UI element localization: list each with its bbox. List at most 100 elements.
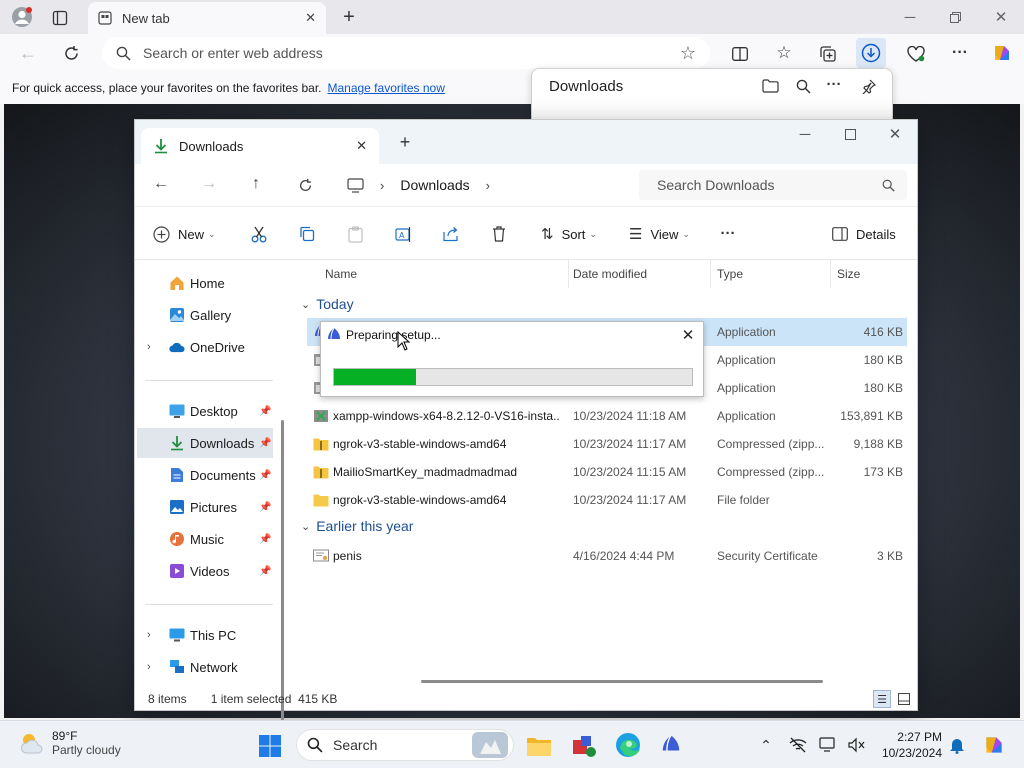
close-explorer-tab-icon[interactable]: ✕: [356, 138, 367, 154]
network-expand-chevron-icon[interactable]: ›: [147, 661, 151, 673]
rename-icon[interactable]: A: [393, 224, 413, 244]
sidebar-item-documents[interactable]: Documents 📌: [137, 460, 273, 490]
column-header-type[interactable]: Type: [711, 260, 831, 288]
favorites-icon[interactable]: ☆: [774, 43, 794, 63]
network-status-icon[interactable]: [788, 735, 808, 755]
address-bar[interactable]: Search or enter web address ☆: [102, 37, 710, 69]
this-pc-expand-chevron-icon[interactable]: ›: [147, 629, 151, 641]
sidebar-item-onedrive[interactable]: › OneDrive: [137, 332, 273, 362]
close-window-icon[interactable]: ✕: [991, 8, 1011, 26]
sidebar-item-music[interactable]: Music 📌: [137, 524, 273, 554]
nav-up-icon[interactable]: ↑: [246, 174, 266, 194]
close-tab-icon[interactable]: ✕: [305, 10, 316, 26]
back-icon[interactable]: ←: [18, 43, 38, 63]
installer-taskbar-icon[interactable]: [570, 731, 598, 759]
file-explorer-taskbar-icon[interactable]: [525, 732, 553, 760]
command-more-icon[interactable]: ···: [718, 223, 738, 243]
this-pc-crumb-icon[interactable]: [347, 177, 364, 193]
share-icon[interactable]: [441, 224, 461, 244]
more-options-icon[interactable]: ···: [950, 43, 970, 63]
table-row[interactable]: ngrok-v3-stable-windows-amd64 10/23/2024…: [307, 486, 907, 514]
system-clock[interactable]: 2:27 PM 10/23/2024: [872, 729, 942, 761]
sidebar-item-downloads[interactable]: Downloads 📌: [137, 428, 273, 458]
refresh-icon[interactable]: [61, 43, 81, 63]
nav-refresh-icon[interactable]: [295, 175, 315, 195]
horizontal-scrollbar-thumb[interactable]: [421, 680, 823, 683]
taskbar-search-box[interactable]: Search: [296, 729, 514, 761]
copy-icon[interactable]: [297, 224, 317, 244]
horizontal-scrollbar[interactable]: [291, 678, 917, 684]
weather-widget[interactable]: 89°F Partly cloudy: [18, 729, 121, 757]
nav-back-icon[interactable]: ←: [151, 174, 171, 194]
view-button[interactable]: ☰ View ⌄: [629, 207, 690, 261]
show-hidden-icons-chevron-icon[interactable]: ⌃: [756, 735, 776, 755]
sidebar-item-gallery[interactable]: Gallery: [137, 300, 273, 330]
sidebar-item-network[interactable]: › Network: [137, 652, 273, 682]
column-header-name[interactable]: Name: [319, 260, 569, 288]
details-view-icon[interactable]: ☰: [873, 690, 891, 708]
split-screen-icon[interactable]: [730, 44, 750, 64]
explorer-close-icon[interactable]: ✕: [885, 124, 905, 144]
table-row[interactable]: penis 4/16/2024 4:44 PM Security Certifi…: [307, 542, 907, 570]
start-windows-icon[interactable]: [257, 733, 283, 759]
browser-tab-new-tab[interactable]: New tab ✕: [88, 2, 326, 34]
copilot-icon[interactable]: [990, 41, 1014, 65]
tab-actions-icon[interactable]: [50, 8, 70, 28]
explorer-search-box[interactable]: Search Downloads: [639, 170, 907, 200]
file-type: Application: [717, 353, 776, 367]
profile-avatar-icon[interactable]: [11, 6, 33, 28]
browser-essentials-icon[interactable]: [906, 44, 926, 64]
group-collapse-chevron-icon[interactable]: ⌄: [301, 298, 310, 311]
minimize-window-icon[interactable]: ─: [900, 8, 920, 26]
breadcrumb-end-chevron-icon[interactable]: ›: [486, 178, 490, 193]
notification-bell-icon[interactable]: [947, 735, 967, 755]
cut-icon[interactable]: [249, 224, 269, 244]
new-button[interactable]: New ⌄: [153, 207, 216, 261]
column-header-date[interactable]: Date modified: [567, 260, 711, 288]
breadcrumb-downloads[interactable]: Downloads: [400, 177, 469, 193]
explorer-maximize-icon[interactable]: [840, 124, 860, 144]
explorer-minimize-icon[interactable]: ─: [795, 124, 815, 144]
table-row[interactable]: xampp-windows-x64-8.2.12-0-VS16-insta...…: [307, 402, 907, 430]
explorer-tab-downloads[interactable]: Downloads ✕: [141, 128, 379, 164]
paste-icon[interactable]: [345, 224, 365, 244]
group-header-today[interactable]: ⌄ Today: [301, 296, 354, 312]
sidebar-scrollbar[interactable]: [281, 420, 284, 768]
copilot-taskbar-icon[interactable]: [980, 731, 1008, 759]
sort-button[interactable]: ⇅ Sort ⌄: [541, 207, 597, 261]
sidebar-item-this-pc[interactable]: › This PC: [137, 620, 273, 650]
manage-favorites-link[interactable]: Manage favorites now: [327, 81, 444, 95]
tiles-view-icon[interactable]: [895, 690, 913, 708]
new-explorer-tab-icon[interactable]: +: [395, 132, 415, 152]
collections-icon[interactable]: [818, 44, 838, 64]
open-downloads-folder-icon[interactable]: [760, 76, 780, 96]
setup-app-taskbar-icon[interactable]: [657, 731, 685, 759]
favorite-star-icon[interactable]: ☆: [680, 43, 696, 64]
display-connect-icon[interactable]: [818, 735, 838, 755]
new-tab-icon[interactable]: +: [338, 6, 360, 28]
sidebar-item-desktop[interactable]: Desktop 📌: [137, 396, 273, 426]
column-header-size[interactable]: Size: [831, 260, 911, 288]
breadcrumb[interactable]: › Downloads ›: [339, 170, 635, 200]
search-downloads-icon[interactable]: [793, 76, 813, 96]
delete-icon[interactable]: [489, 224, 509, 244]
downloads-more-options-icon[interactable]: ···: [824, 74, 844, 94]
sidebar-item-pictures[interactable]: Pictures 📌: [137, 492, 273, 522]
breadcrumb-chevron-icon[interactable]: ›: [380, 178, 384, 193]
edge-browser-taskbar-icon[interactable]: [614, 731, 642, 759]
onedrive-expand-chevron-icon[interactable]: ›: [147, 341, 151, 353]
table-row[interactable]: MailioSmartKey_madmadmadmad 10/23/2024 1…: [307, 458, 907, 486]
pin-flyout-icon[interactable]: [858, 76, 878, 96]
setup-close-icon[interactable]: ✕: [679, 326, 697, 344]
table-row[interactable]: ngrok-v3-stable-windows-amd64 10/23/2024…: [307, 430, 907, 458]
sidebar-item-videos[interactable]: Videos 📌: [137, 556, 273, 586]
sidebar-item-home[interactable]: Home: [137, 268, 273, 298]
details-button[interactable]: Details: [832, 207, 896, 261]
group-header-earlier[interactable]: ⌄ Earlier this year: [301, 518, 413, 534]
restore-window-icon[interactable]: [945, 8, 965, 26]
downloads-toolbar-icon[interactable]: [856, 38, 886, 68]
nav-forward-icon[interactable]: →: [199, 174, 219, 194]
group-collapse-chevron-icon[interactable]: ⌄: [301, 520, 310, 533]
volume-muted-icon[interactable]: [846, 735, 866, 755]
explorer-titlebar: Downloads ✕ + ─ ✕: [135, 120, 917, 164]
